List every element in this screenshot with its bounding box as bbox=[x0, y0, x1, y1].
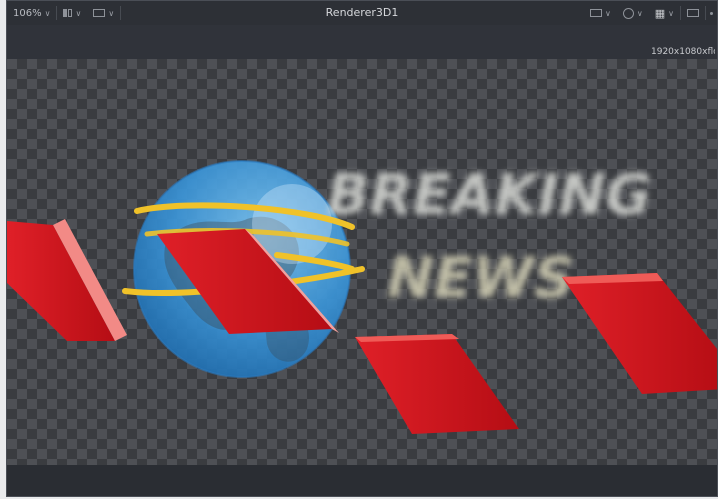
chevron-down-icon: ∨ bbox=[44, 8, 51, 18]
lut-dropdown[interactable]: ∨ bbox=[617, 1, 649, 25]
right-tools: ∨ ∨ ▦ ∨ bbox=[584, 1, 717, 25]
zoom-level: 106% bbox=[13, 7, 42, 19]
red-slab-right bbox=[562, 273, 717, 394]
chevron-down-icon: ∨ bbox=[75, 8, 82, 18]
render-output: BREAKING NEWS bbox=[7, 160, 717, 434]
layout-dropdown[interactable]: ∨ bbox=[87, 1, 120, 25]
screen-dropdown[interactable]: ∨ bbox=[584, 1, 617, 25]
divider bbox=[120, 6, 122, 20]
screen-icon bbox=[590, 9, 603, 17]
chevron-down-icon: ∨ bbox=[668, 8, 674, 18]
chevron-down-icon: ∨ bbox=[605, 8, 611, 18]
zoom-dropdown[interactable]: 106% ∨ bbox=[7, 1, 56, 25]
headline-line-2: NEWS bbox=[387, 246, 574, 311]
grid-icon: ▦ bbox=[654, 6, 666, 20]
view-mode-dropdown[interactable]: ∨ bbox=[57, 1, 87, 25]
more-button[interactable] bbox=[706, 1, 717, 25]
viewer-panel: 106% ∨ ∨ ∨ Renderer3D1 ∨ ∨ ▦ ∨ 1920x1080… bbox=[6, 0, 718, 497]
chevron-down-icon: ∨ bbox=[636, 8, 643, 18]
viewer-toolbar: 106% ∨ ∨ ∨ Renderer3D1 ∨ ∨ ▦ ∨ bbox=[7, 1, 717, 26]
headline-line-1: BREAKING bbox=[327, 163, 651, 228]
dot-icon bbox=[710, 11, 713, 15]
viewer-canvas[interactable]: BREAKING NEWS bbox=[7, 59, 717, 465]
red-slab-bottom bbox=[355, 334, 519, 434]
split-view-icon bbox=[63, 9, 73, 17]
red-slab-left bbox=[7, 219, 127, 341]
grid-dropdown[interactable]: ▦ ∨ bbox=[649, 1, 680, 25]
lut-icon bbox=[622, 7, 634, 19]
layout-icon bbox=[93, 9, 106, 17]
fullscreen-icon bbox=[687, 9, 699, 17]
viewer-footer bbox=[7, 465, 717, 496]
resolution-label: 1920x1080xfloat bbox=[651, 47, 715, 57]
fullscreen-button[interactable] bbox=[681, 1, 705, 25]
viewer-header bbox=[7, 25, 717, 59]
chevron-down-icon: ∨ bbox=[108, 8, 115, 18]
